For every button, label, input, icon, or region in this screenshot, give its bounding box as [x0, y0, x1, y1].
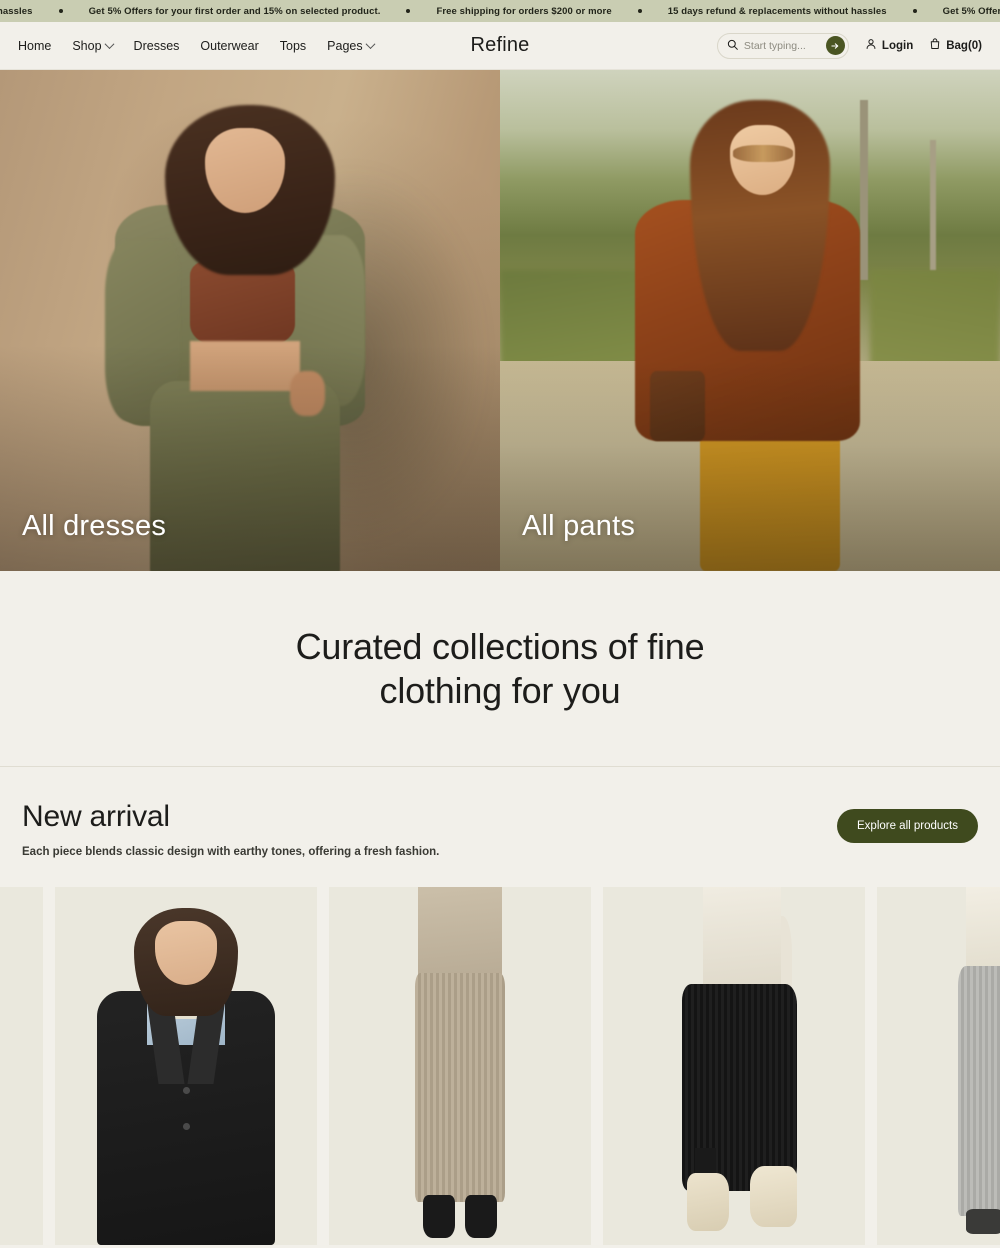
- product-card[interactable]: Cashmere Pants: [877, 887, 1000, 1248]
- nav-item-label: Pages: [327, 38, 363, 53]
- hero-image-all-pants: [500, 70, 1000, 571]
- site-header: Home Shop Dresses Outerwear Tops Pages R…: [0, 22, 1000, 70]
- header-actions: Login Bag(0): [716, 32, 982, 59]
- hero-card-all-dresses[interactable]: All dresses: [0, 70, 500, 571]
- user-icon: [865, 38, 877, 53]
- announcement-separator-dot: [637, 9, 642, 13]
- login-button[interactable]: Login: [865, 38, 913, 53]
- announcement-item: Get 5% Offers for your first order and 1…: [88, 5, 381, 17]
- hero-image-all-dresses: [0, 70, 500, 571]
- new-arrival-section: New arrival Each piece blends classic de…: [0, 767, 1000, 1248]
- announcement-track: refund & replacements without hassles Ge…: [0, 6, 1000, 17]
- bag-label: Bag(0): [946, 39, 982, 52]
- nav-item-label: Home: [18, 38, 52, 53]
- product-image: [0, 887, 43, 1245]
- site-logo-text[interactable]: Refine: [470, 34, 529, 56]
- product-image: [877, 887, 1000, 1245]
- nav-item-label: Shop: [72, 38, 102, 53]
- hero-banner-row: All dresses All pants: [0, 70, 1000, 571]
- chevron-down-icon: [365, 39, 376, 50]
- announcement-separator-dot: [406, 9, 411, 13]
- headline-line-2: clothing for you: [379, 669, 621, 711]
- product-carousel[interactable]: Cashmere Pants Cashmere Coat with Notche…: [0, 887, 1000, 1248]
- search-box[interactable]: [716, 32, 849, 59]
- search-icon: [727, 37, 738, 55]
- new-arrival-header: New arrival Each piece blends classic de…: [22, 800, 978, 858]
- hero-label-all-dresses: All dresses: [22, 510, 167, 542]
- product-image: [603, 887, 865, 1245]
- product-card[interactable]: Cashmere Pants: [0, 887, 43, 1248]
- announcement-bar: refund & replacements without hassles Ge…: [0, 0, 1000, 22]
- explore-all-products-button[interactable]: Explore all products: [837, 809, 978, 843]
- announcement-item: Get 5% Offers for your first order and 1…: [942, 5, 1000, 17]
- product-image: [329, 887, 591, 1245]
- chevron-down-icon: [104, 39, 114, 50]
- nav-item-shop[interactable]: Shop: [72, 38, 114, 53]
- product-card[interactable]: Cashmere Coat with Notched Lapel 2: [55, 887, 317, 1248]
- product-card[interactable]: Cashmere Midi Skirt 2: [603, 887, 865, 1248]
- hero-card-all-pants[interactable]: All pants: [500, 70, 1000, 571]
- hero-label-all-pants: All pants: [522, 510, 636, 542]
- announcement-item: 15 days refund & replacements without ha…: [667, 5, 887, 17]
- product-image: [55, 887, 317, 1245]
- nav-item-tops[interactable]: Tops: [280, 39, 306, 53]
- announcement-separator-dot: [58, 9, 63, 13]
- nav-item-dresses[interactable]: Dresses: [134, 39, 180, 53]
- nav-item-home[interactable]: Home: [18, 39, 51, 53]
- login-label: Login: [881, 39, 914, 52]
- new-arrival-heading-group: New arrival Each piece blends classic de…: [22, 800, 439, 858]
- main-navigation: Home Shop Dresses Outerwear Tops Pages: [18, 38, 376, 53]
- page-headline: Curated collections of fine clothing for…: [296, 625, 705, 713]
- shopping-bag-icon: [929, 38, 941, 53]
- nav-item-outerwear[interactable]: Outerwear: [200, 39, 258, 53]
- search-input[interactable]: [743, 39, 826, 52]
- announcement-separator-dot: [912, 9, 917, 13]
- arrow-right-icon: [831, 42, 839, 49]
- nav-item-label: Outerwear: [200, 38, 259, 53]
- nav-item-label: Dresses: [133, 38, 180, 53]
- announcement-item: Free shipping for orders $200 or more: [436, 5, 612, 17]
- section-title: New arrival: [22, 800, 170, 833]
- section-subtitle: Each piece blends classic design with ea…: [22, 846, 440, 858]
- nav-item-pages[interactable]: Pages: [327, 38, 376, 53]
- product-card[interactable]: Cashmere Midi Skirt: [329, 887, 591, 1248]
- nav-item-label: Tops: [279, 38, 307, 53]
- bag-button[interactable]: Bag(0): [929, 38, 982, 53]
- headline-line-1: Curated collections of fine: [295, 625, 705, 667]
- announcement-item: refund & replacements without hassles: [0, 5, 33, 17]
- search-submit-button[interactable]: [825, 36, 845, 55]
- headline-section: Curated collections of fine clothing for…: [0, 571, 1000, 767]
